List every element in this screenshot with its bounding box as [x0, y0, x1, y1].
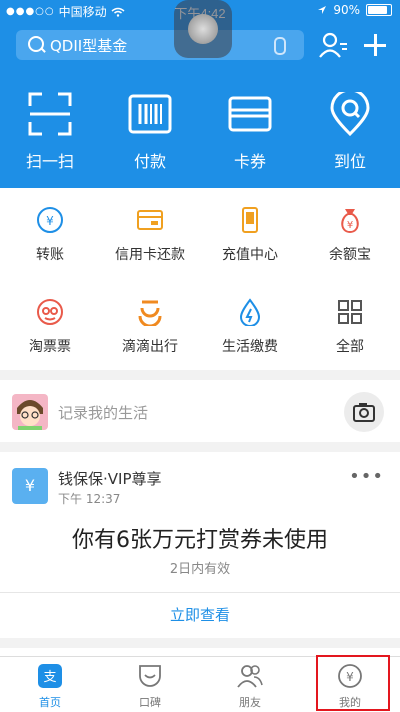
- barcode-icon: [128, 94, 172, 134]
- movie-ticket-icon: [37, 299, 63, 325]
- location-pin-icon: [330, 92, 370, 136]
- location-arrow-icon: [318, 6, 327, 14]
- selection-highlight-box: [316, 655, 390, 711]
- camera-button[interactable]: [344, 392, 384, 432]
- service-credit-card[interactable]: 信用卡还款: [100, 188, 200, 278]
- card-sender: 钱保保·VIP尊享: [58, 470, 162, 488]
- phone-recharge-icon: [242, 207, 258, 233]
- transfer-icon: ¥: [37, 207, 63, 233]
- service-transfer[interactable]: ¥ 转账: [0, 188, 100, 278]
- microphone-icon[interactable]: [274, 37, 286, 55]
- contacts-icon[interactable]: [318, 30, 348, 60]
- service-movie[interactable]: 淘票票: [0, 280, 100, 370]
- scan-label: 扫一扫: [25, 152, 74, 171]
- search-icon: [28, 36, 44, 52]
- grid-all-icon: [338, 300, 362, 324]
- camera-icon: [353, 403, 375, 422]
- tab-friends[interactable]: 朋友: [200, 657, 300, 712]
- service-all[interactable]: 全部: [300, 280, 400, 370]
- tab-koubei[interactable]: 口碑: [100, 657, 200, 712]
- more-options-icon[interactable]: •••: [349, 466, 384, 487]
- service-label: 生活缴费: [222, 339, 278, 355]
- card-wallet-icon: [228, 96, 272, 132]
- battery-icon: [366, 4, 392, 16]
- service-label: 淘票票: [29, 339, 71, 355]
- card-subtitle: 2日内有效: [169, 562, 231, 577]
- service-utilities[interactable]: 生活缴费: [200, 280, 300, 370]
- avatar: [12, 394, 48, 430]
- pay-label: 付款: [133, 152, 166, 171]
- search-bar[interactable]: QDII型基金: [16, 30, 304, 60]
- money-bag-icon: ¥: [341, 209, 359, 234]
- cards-button[interactable]: 卡券: [200, 92, 300, 172]
- card-divider: [0, 592, 400, 593]
- battery-percent: 90%: [333, 3, 360, 17]
- scan-button[interactable]: 扫一扫: [0, 92, 100, 172]
- post-composer[interactable]: 记录我的生活: [0, 380, 400, 442]
- tab-home[interactable]: 支 首页: [0, 657, 100, 712]
- tab-label: 首页: [39, 696, 61, 709]
- nearby-button[interactable]: 到位: [300, 92, 400, 172]
- friends-icon: [237, 665, 263, 688]
- credit-card-icon: [137, 210, 163, 230]
- service-grid: ¥ 转账 信用卡还款 充值中心 ¥ 余额宝 淘票票 滴滴出行 生活缴费 全部: [0, 188, 400, 370]
- scan-icon: [28, 92, 72, 136]
- service-label: 充值中心: [222, 247, 278, 263]
- service-recharge[interactable]: 充值中心: [200, 188, 300, 278]
- svg-text:¥: ¥: [46, 214, 54, 228]
- service-label: 信用卡还款: [115, 247, 185, 263]
- tab-label: 口碑: [139, 696, 161, 709]
- assistive-touch-icon: [188, 14, 218, 44]
- didi-icon: [138, 300, 162, 326]
- utility-drop-icon: [239, 298, 261, 326]
- svg-text:支: 支: [43, 670, 56, 685]
- service-label: 滴滴出行: [122, 339, 178, 355]
- view-now-link[interactable]: 立即查看: [0, 604, 400, 625]
- assistive-touch-button[interactable]: [174, 0, 232, 58]
- service-yuebao[interactable]: ¥ 余额宝: [300, 188, 400, 278]
- tab-label: 朋友: [239, 696, 261, 709]
- add-plus-icon[interactable]: [360, 30, 390, 60]
- svg-text:¥: ¥: [347, 220, 353, 231]
- card-logo: ¥: [12, 468, 48, 504]
- notification-card: ¥ 钱保保·VIP尊享 下午 12:37 ••• 你有6张万元打赏券未使用 2日…: [0, 452, 400, 638]
- service-label: 全部: [336, 339, 364, 355]
- post-placeholder[interactable]: 记录我的生活: [58, 402, 148, 423]
- koubei-icon: [139, 665, 161, 687]
- search-input[interactable]: QDII型基金: [50, 35, 127, 56]
- card-time: 下午 12:37: [58, 492, 121, 506]
- pay-button[interactable]: 付款: [100, 92, 200, 172]
- service-label: 转账: [36, 247, 64, 263]
- nearby-label: 到位: [333, 152, 366, 171]
- cards-label: 卡券: [233, 152, 266, 171]
- home-alipay-icon: 支: [38, 664, 62, 688]
- card-headline: 你有6张万元打赏券未使用: [72, 528, 328, 553]
- service-label: 余额宝: [329, 247, 371, 263]
- service-didi[interactable]: 滴滴出行: [100, 280, 200, 370]
